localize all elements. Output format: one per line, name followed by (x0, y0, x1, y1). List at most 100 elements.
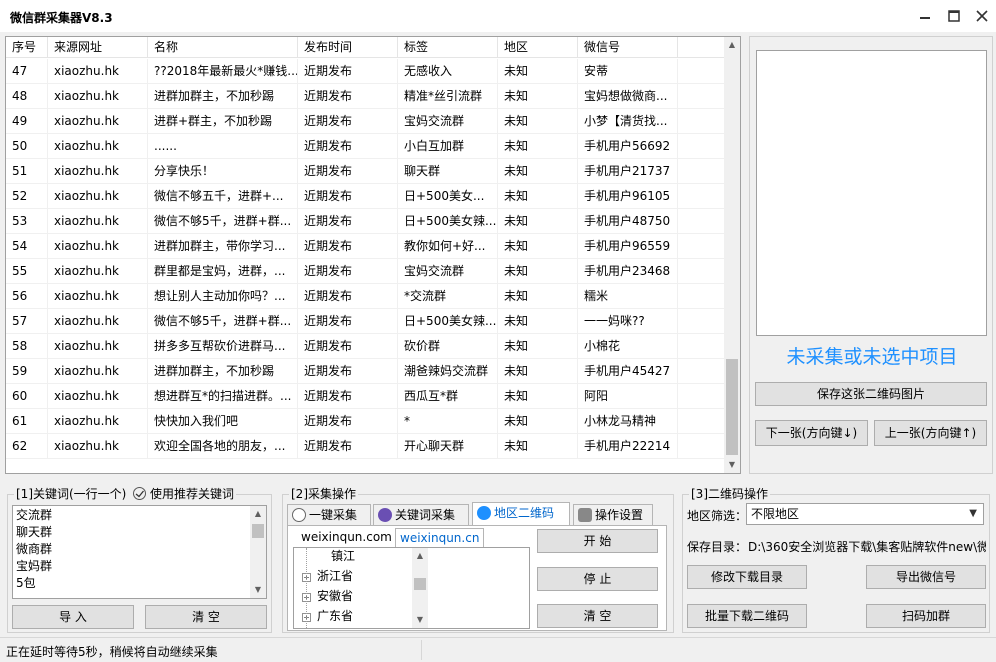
collect-clear-button[interactable]: 清 空 (537, 604, 658, 628)
scrollbar-thumb[interactable] (252, 524, 264, 538)
tree-scrollbar[interactable]: ▲ ▼ (412, 548, 428, 628)
scroll-up-arrow-icon[interactable]: ▲ (250, 506, 266, 522)
scroll-down-arrow-icon[interactable]: ▼ (412, 612, 428, 628)
tree-item-guangdong[interactable]: + 广东省 (302, 606, 353, 626)
table-row[interactable]: 54 xiaozhu.hk 进群加群主，带你学习... 近期发布 教你如何+好... 未知… (6, 234, 726, 259)
table-cell: 近期发布 (298, 59, 398, 84)
scroll-down-arrow-icon[interactable]: ▼ (250, 582, 266, 598)
table-row[interactable]: 58 xiaozhu.hk 拼多多互帮砍价进群马... 近期发布 砍价群 未知 小棉花 (6, 334, 726, 359)
table-row[interactable]: 62 xiaozhu.hk 欢迎全国各地的朋友，... 近期发布 开心聊天群 未知 手机用户… (6, 434, 726, 459)
import-button[interactable]: 导 入 (12, 605, 134, 629)
next-qr-button[interactable]: 下一张(方向键↓) (755, 420, 868, 446)
site-tab-weixinqun-com[interactable]: weixinqun.com (297, 528, 396, 548)
table-cell: 未知 (498, 309, 578, 334)
column-header[interactable]: 微信号 (578, 37, 678, 58)
table-cell: 未知 (498, 334, 578, 359)
results-table[interactable]: 序号 来源网址 名称 发布时间 标签 地区 微信号 47 xiaozhu.hk ??2018年最… (5, 36, 741, 474)
region-tree[interactable]: 镇江 + 浙江省 + 安徽省 + 广东省 ▲ ▼ (293, 547, 530, 629)
table-cell: 未知 (498, 234, 578, 259)
close-button[interactable] (973, 8, 991, 24)
table-cell: 小林龙马精神 (578, 409, 678, 434)
table-cell: 未知 (498, 209, 578, 234)
table-cell: 开心聊天群 (398, 434, 498, 459)
scrollbar-thumb[interactable] (414, 578, 426, 590)
table-cell: 未知 (498, 59, 578, 84)
column-header[interactable]: 序号 (6, 37, 48, 58)
table-cell: 53 (6, 209, 48, 234)
table-cell: 54 (6, 234, 48, 259)
tab-region-qr[interactable]: 地区二维码 (472, 502, 570, 526)
table-cell: 西瓜互*群 (398, 384, 498, 409)
table-cell: xiaozhu.hk (48, 334, 148, 359)
table-row[interactable]: 56 xiaozhu.hk 想让别人主动加你吗？... 近期发布 *交流群 未知 糯米 (6, 284, 726, 309)
qr-image-area (756, 50, 987, 336)
table-row[interactable]: 61 xiaozhu.hk 快快加入我们吧 近期发布 * 未知 小林龙马精神 (6, 409, 726, 434)
table-row[interactable]: 47 xiaozhu.hk ??2018年最新最火*赚钱... 近期发布 无感收入 未知安… (6, 59, 726, 84)
table-row[interactable]: 48 xiaozhu.hk 进群加群主，不加秒踢 近期发布 精准*丝引流群 未知 宝妈想做微… (6, 84, 726, 109)
column-header[interactable]: 来源网址 (48, 37, 148, 58)
table-cell: *交流群 (398, 284, 498, 309)
table-cell: xiaozhu.hk (48, 184, 148, 209)
table-cell: xiaozhu.hk (48, 309, 148, 334)
table-row[interactable]: 51 xiaozhu.hk 分享快乐！ 近期发布 聊天群 未知 手机用户21737 (6, 159, 726, 184)
table-row[interactable]: 59 xiaozhu.hk 进群加群主，不加秒踢 近期发布 潮爸辣妈交流群 未知 手机用户4… (6, 359, 726, 384)
prev-qr-button[interactable]: 上一张(方向键↑) (874, 420, 987, 446)
maximize-button[interactable] (945, 8, 963, 24)
batch-download-qr-button[interactable]: 批量下载二维码 (687, 604, 807, 628)
scrollbar-thumb[interactable] (726, 359, 738, 455)
export-wechat-button[interactable]: 导出微信号 (866, 565, 986, 589)
arrow-circle-icon (292, 508, 306, 522)
recommend-checkbox[interactable] (133, 487, 147, 500)
table-cell: 微信不够五千，进群+... (148, 184, 298, 209)
table-cell: 近期发布 (298, 109, 398, 134)
region-filter-select[interactable]: 不限地区 ▼ (746, 503, 984, 525)
table-cell: 近期发布 (298, 384, 398, 409)
table-row[interactable]: 52 xiaozhu.hk 微信不够五千，进群+... 近期发布 日+500美女... 未… (6, 184, 726, 209)
table-cell: 日+500美女辣... (398, 209, 498, 234)
column-header[interactable]: 发布时间 (298, 37, 398, 58)
stop-button[interactable]: 停 止 (537, 567, 658, 591)
site-tab-weixinqun-cn[interactable]: weixinqun.cn (395, 528, 485, 548)
scroll-down-arrow-icon[interactable]: ▼ (724, 457, 740, 473)
table-cell: xiaozhu.hk (48, 234, 148, 259)
table-cell: 小白互加群 (398, 134, 498, 159)
table-row[interactable]: 55 xiaozhu.hk 群里都是宝妈，进群，... 近期发布 宝妈交流群 未知 手机用户… (6, 259, 726, 284)
table-cell: 教你如何+好... (398, 234, 498, 259)
table-row[interactable]: 50 xiaozhu.hk...... 近期发布 小白互加群 未知 手机用户56692 (6, 134, 726, 159)
scroll-up-arrow-icon[interactable]: ▲ (724, 37, 740, 53)
table-row[interactable]: 60 xiaozhu.hk 想进群互*的扫描进群。... 近期发布 西瓜互*群 未知 阿阳 (6, 384, 726, 409)
start-button[interactable]: 开 始 (537, 529, 658, 553)
tab-settings[interactable]: 操作设置 (573, 504, 653, 526)
tab-one-click-collect[interactable]: 一键采集 (287, 504, 371, 526)
table-cell: xiaozhu.hk (48, 209, 148, 234)
tree-item-zhejiang[interactable]: + 浙江省 (302, 566, 353, 586)
tab-keyword-collect[interactable]: 关键词采集 (373, 504, 469, 526)
scroll-up-arrow-icon[interactable]: ▲ (412, 548, 428, 564)
table-row[interactable]: 57 xiaozhu.hk 微信不够5千，进群+群... 近期发布 日+500美女辣..… (6, 309, 726, 334)
scan-join-button[interactable]: 扫码加群 (866, 604, 986, 628)
table-cell: 未知 (498, 109, 578, 134)
collect-group-label: [2]采集操作 (289, 487, 358, 501)
table-cell: 近期发布 (298, 259, 398, 284)
minimize-button[interactable] (916, 8, 934, 24)
modify-dir-button[interactable]: 修改下载目录 (687, 565, 807, 589)
table-header: 序号 来源网址 名称 发布时间 标签 地区 微信号 (6, 37, 726, 58)
table-cell: 手机用户96105 (578, 184, 678, 209)
table-cell: 想进群互*的扫描进群。... (148, 384, 298, 409)
column-header[interactable]: 地区 (498, 37, 578, 58)
table-row[interactable]: 49 xiaozhu.hk 进群+群主，不加秒踢 近期发布 宝妈交流群 未知 小梦【清货找.… (6, 109, 726, 134)
table-cell: 近期发布 (298, 409, 398, 434)
save-qr-button[interactable]: 保存这张二维码图片 (755, 382, 987, 406)
keywords-clear-button[interactable]: 清 空 (145, 605, 267, 629)
keywords-scrollbar[interactable]: ▲ ▼ (250, 506, 266, 598)
keywords-textarea[interactable]: 交流群 聊天群 微商群 宝妈群 5包 ▲ ▼ (12, 505, 267, 599)
table-row[interactable]: 53 xiaozhu.hk 微信不够5千，进群+群... 近期发布 日+500美女辣..… (6, 209, 726, 234)
gear-icon (578, 508, 592, 522)
table-cell: 52 (6, 184, 48, 209)
region-tab-panel: weixinqun.com weixinqun.cn 镇江 + 浙江省 + 安徽省 … (287, 525, 667, 631)
column-header[interactable]: 名称 (148, 37, 298, 58)
column-header[interactable]: 标签 (398, 37, 498, 58)
tree-item-zhenjiang[interactable]: 镇江 (331, 548, 355, 566)
table-scrollbar[interactable]: ▲ ▼ (724, 37, 740, 473)
tree-item-anhui[interactable]: + 安徽省 (302, 586, 353, 606)
